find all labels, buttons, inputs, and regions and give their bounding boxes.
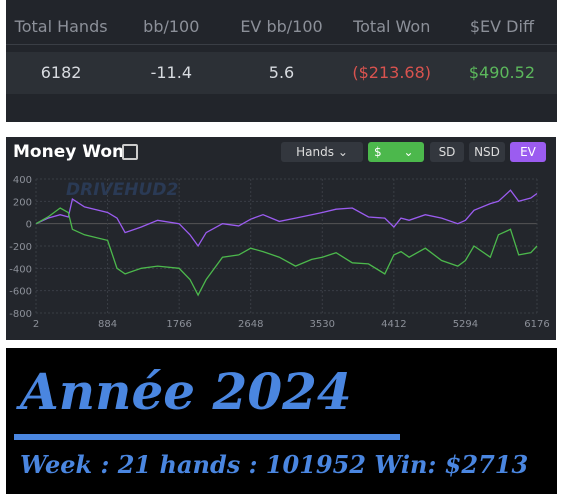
y-tick-label: -200 [9,242,32,253]
value-ev-bb100: 5.6 [268,63,295,82]
y-tick-label: 400 [13,175,32,186]
y-tick-label: -600 [9,287,32,298]
banner-subtitle: Week : 21 hands : 101952 Win: $2713 [20,450,529,479]
header-ev-diff: $EV Diff [469,17,534,36]
value-total-won: ($213.68) [352,63,432,82]
money-won-line [35,207,538,297]
header-bb100: bb/100 [143,17,200,36]
money-won-panel: Money Won Hands ⌄ $ ⌄ SD NSD EV DRIVEHUD… [6,137,556,340]
year-banner: Année 2024 Week : 21 hands : 101952 Win:… [6,348,557,494]
x-tick-label: 6176 [524,319,549,330]
header-ev-bb100: EV bb/100 [240,17,323,36]
y-tick-label: 200 [13,197,32,208]
x-tick-label: 2 [33,319,39,330]
x-tick-label: 3530 [310,319,335,330]
banner-title: Année 2024 [20,362,352,421]
value-ev-diff: $490.52 [468,63,535,82]
stats-table: Total Hands bb/100 EV bb/100 Total Won $… [6,0,557,122]
y-tick-label: -400 [9,264,32,275]
value-total-hands: 6182 [40,63,82,82]
banner-underline [14,434,400,440]
x-tick-label: 4412 [381,319,406,330]
x-tick-label: 884 [98,319,117,330]
stats-row: 6182 -11.4 5.6 ($213.68) $490.52 [6,52,557,94]
stats-header-row: Total Hands bb/100 EV bb/100 Total Won $… [6,10,557,45]
x-tick-label: 2648 [238,319,263,330]
money-won-chart: DRIVEHUD2 400 200 0 -200 -400 -600 -8002 884 1766… [9,175,549,330]
header-total-hands: Total Hands [14,17,108,36]
y-tick-label: 0 [26,220,32,231]
value-bb100: -11.4 [150,63,192,82]
header-total-won: Total Won [353,17,431,36]
y-tick-label: -800 [9,309,32,320]
x-tick-label: 1766 [166,319,191,330]
watermark: DRIVEHUD2 [66,180,178,200]
x-tick-label: 5294 [453,319,478,330]
